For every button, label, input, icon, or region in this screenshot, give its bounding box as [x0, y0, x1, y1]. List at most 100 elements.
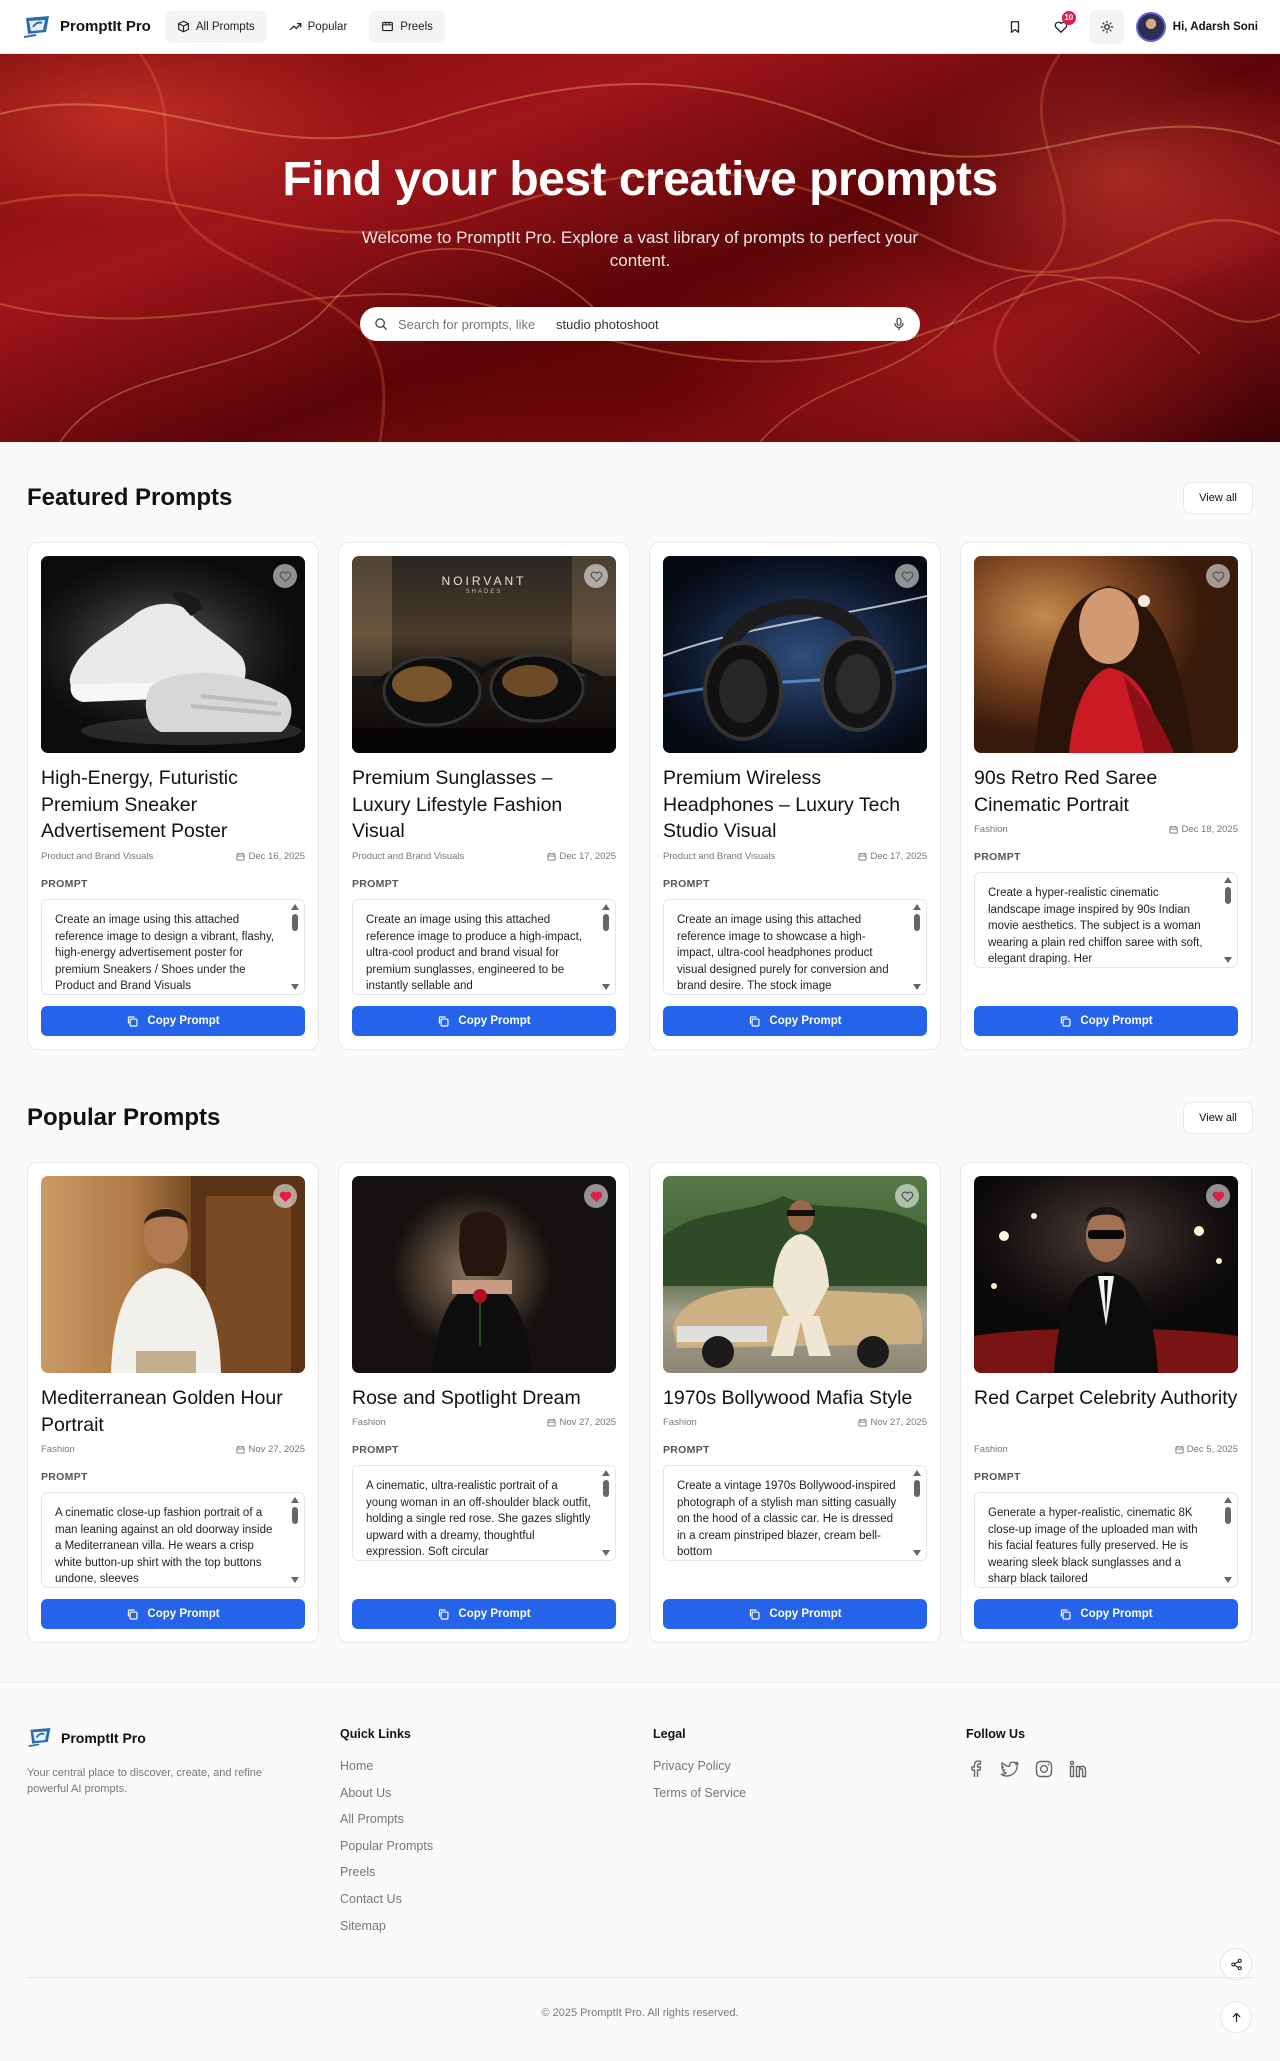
card-title[interactable]: Premium Sunglasses – Luxury Lifestyle Fa… [352, 765, 616, 845]
card-image[interactable] [974, 1176, 1238, 1373]
scrollbar[interactable] [1224, 877, 1232, 963]
prompt-label: PROMPT [974, 1471, 1021, 1483]
prompt-label: PROMPT [663, 1444, 710, 1456]
copy-icon [128, 1608, 138, 1620]
card-image[interactable]: NOIRVANT SHADES [352, 556, 616, 753]
facebook-icon[interactable] [966, 1759, 986, 1779]
footer-link-contact[interactable]: Contact Us [340, 1892, 433, 1919]
favorite-button[interactable] [1206, 1184, 1230, 1208]
logo-icon [22, 15, 52, 39]
card-meta: Fashion Dec 5, 2025 [974, 1444, 1238, 1455]
bookmarks-button[interactable] [998, 10, 1032, 44]
card-image[interactable] [352, 1176, 616, 1373]
prompt-textbox[interactable]: A cinematic, ultra-realistic portrait of… [352, 1465, 616, 1561]
favorite-button[interactable] [273, 1184, 297, 1208]
card-title[interactable]: 90s Retro Red Saree Cinematic Portrait [974, 765, 1238, 818]
copy-prompt-button[interactable]: Copy Prompt [41, 1599, 305, 1629]
search-bar[interactable]: studio photoshoot [360, 307, 920, 341]
card-image[interactable] [974, 556, 1238, 753]
prompt-textbox[interactable]: Create an image using this attached refe… [352, 899, 616, 995]
footer-link-about[interactable]: About Us [340, 1786, 433, 1813]
popular-card-4[interactable]: Red Carpet Celebrity Authority Fashion D… [960, 1162, 1252, 1643]
footer-link-preels[interactable]: Preels [340, 1865, 433, 1892]
copy-prompt-button[interactable]: Copy Prompt [974, 1006, 1238, 1036]
user-menu[interactable]: Hi, Adarsh Soni [1135, 11, 1258, 42]
prompt-text: A cinematic, ultra-realistic portrait of… [366, 1480, 591, 1558]
calendar-icon [236, 852, 246, 861]
copyright-text: © 2025 PromptIt Pro. All rights reserved… [541, 2007, 739, 2019]
copy-prompt-button[interactable]: Copy Prompt [663, 1599, 927, 1629]
prompt-textbox[interactable]: Generate a hyper-realistic, cinematic 8K… [974, 1492, 1238, 1588]
card-image[interactable] [663, 556, 927, 753]
card-title[interactable]: Red Carpet Celebrity Authority [974, 1385, 1238, 1412]
prompt-textbox[interactable]: Create a hyper-realistic cinematic lands… [974, 872, 1238, 968]
footer-logo[interactable]: PromptIt Pro [27, 1727, 146, 1748]
footer-link-home[interactable]: Home [340, 1759, 433, 1786]
brand-logo[interactable]: PromptIt Pro [22, 15, 151, 39]
scrollbar[interactable] [913, 904, 921, 990]
microphone-icon[interactable] [892, 317, 906, 331]
scrollbar[interactable] [913, 1470, 921, 1556]
card-title[interactable]: 1970s Bollywood Mafia Style [663, 1385, 927, 1412]
popular-view-all-button[interactable]: View all [1183, 1102, 1253, 1134]
card-meta: Product and Brand Visuals Dec 17, 2025 [352, 851, 616, 862]
instagram-icon[interactable] [1034, 1759, 1054, 1779]
prompt-textbox[interactable]: Create a vintage 1970s Bollywood-inspire… [663, 1465, 927, 1561]
card-title[interactable]: High-Energy, Futuristic Premium Sneaker … [41, 765, 305, 845]
favorite-button[interactable] [1206, 564, 1230, 588]
scrollbar[interactable] [602, 904, 610, 990]
featured-card-2[interactable]: NOIRVANT SHADES Premium Sunglasses – Lux… [338, 542, 630, 1050]
favorite-button[interactable] [273, 564, 297, 588]
copy-prompt-button[interactable]: Copy Prompt [41, 1006, 305, 1036]
twitter-icon[interactable] [1000, 1759, 1020, 1779]
card-image[interactable] [41, 556, 305, 753]
card-category: Product and Brand Visuals [663, 851, 776, 862]
copy-icon [750, 1015, 760, 1027]
copy-icon [1061, 1015, 1071, 1027]
scrollbar[interactable] [291, 904, 299, 990]
copy-prompt-label: Copy Prompt [1080, 1015, 1153, 1027]
scrollbar[interactable] [291, 1497, 299, 1583]
favorite-button[interactable] [584, 1184, 608, 1208]
popular-card-1[interactable]: Mediterranean Golden Hour Portrait Fashi… [27, 1162, 319, 1643]
nav-all-prompts[interactable]: All Prompts [164, 10, 267, 43]
prompt-label: PROMPT [974, 851, 1021, 863]
footer-link-terms[interactable]: Terms of Service [653, 1786, 746, 1813]
featured-card-4[interactable]: 90s Retro Red Saree Cinematic Portrait F… [960, 542, 1252, 1050]
popular-card-2[interactable]: Rose and Spotlight Dream Fashion Nov 27,… [338, 1162, 630, 1643]
favorite-button[interactable] [895, 564, 919, 588]
featured-view-all-button[interactable]: View all [1183, 482, 1253, 514]
featured-card-3[interactable]: Premium Wireless Headphones – Luxury Tec… [649, 542, 941, 1050]
card-title[interactable]: Mediterranean Golden Hour Portrait [41, 1385, 305, 1438]
footer-link-sitemap[interactable]: Sitemap [340, 1919, 433, 1946]
copy-prompt-button[interactable]: Copy Prompt [352, 1006, 616, 1036]
featured-card-1[interactable]: High-Energy, Futuristic Premium Sneaker … [27, 542, 319, 1050]
card-date-text: Nov 27, 2025 [248, 1444, 305, 1455]
nav-preels[interactable]: Preels [369, 10, 445, 43]
theme-toggle[interactable] [1089, 9, 1124, 44]
card-title[interactable]: Rose and Spotlight Dream [352, 1385, 616, 1412]
scrollbar[interactable] [602, 1470, 610, 1556]
prompt-textbox[interactable]: Create an image using this attached refe… [41, 899, 305, 995]
copy-prompt-button[interactable]: Copy Prompt [974, 1599, 1238, 1629]
scroll-to-top-button[interactable] [1220, 2001, 1252, 2033]
card-title[interactable]: Premium Wireless Headphones – Luxury Tec… [663, 765, 927, 845]
favorites-button[interactable]: 10 [1044, 10, 1078, 44]
popular-card-3[interactable]: 1970s Bollywood Mafia Style Fashion Nov … [649, 1162, 941, 1643]
card-image[interactable] [41, 1176, 305, 1373]
search-suggestion: studio photoshoot [556, 317, 659, 332]
copy-prompt-button[interactable]: Copy Prompt [663, 1006, 927, 1036]
card-image[interactable] [663, 1176, 927, 1373]
footer-link-popular-prompts[interactable]: Popular Prompts [340, 1839, 433, 1866]
copy-prompt-button[interactable]: Copy Prompt [352, 1599, 616, 1629]
footer-link-all-prompts[interactable]: All Prompts [340, 1812, 433, 1839]
favorite-button[interactable] [584, 564, 608, 588]
footer-link-privacy[interactable]: Privacy Policy [653, 1759, 746, 1786]
linkedin-icon[interactable] [1068, 1759, 1088, 1779]
favorite-button[interactable] [895, 1184, 919, 1208]
prompt-textbox[interactable]: Create an image using this attached refe… [663, 899, 927, 995]
scrollbar[interactable] [1224, 1497, 1232, 1583]
nav-popular[interactable]: Popular [277, 11, 360, 43]
share-button[interactable] [1220, 1948, 1252, 1980]
prompt-textbox[interactable]: A cinematic close-up fashion portrait of… [41, 1492, 305, 1588]
